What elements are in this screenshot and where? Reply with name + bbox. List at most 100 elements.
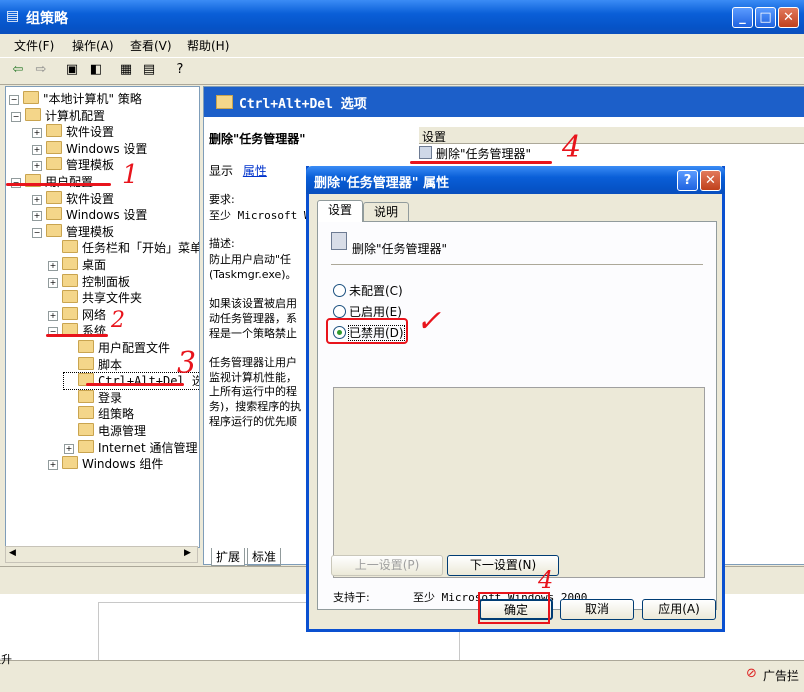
folder-icon xyxy=(62,306,78,320)
menu-view[interactable]: 查看(V) xyxy=(130,37,172,54)
show-tree-icon[interactable]: ◧ xyxy=(86,61,106,79)
properties-link[interactable]: 属性 xyxy=(243,164,267,178)
list-item[interactable]: 删除"任务管理器" xyxy=(419,145,531,162)
tree-node[interactable]: + 桌面 xyxy=(48,257,106,273)
annotation-box-ok xyxy=(478,592,550,624)
comment-area xyxy=(333,387,705,578)
requirement-value: 至少 Microsoft W xyxy=(209,209,311,222)
annotation-underline-list-item xyxy=(410,161,552,164)
collapse-icon[interactable]: − xyxy=(9,95,19,105)
expand-icon[interactable]: + xyxy=(32,194,42,205)
expand-icon[interactable]: + xyxy=(32,211,42,222)
description-line: 任务管理器让用户 xyxy=(209,355,297,369)
properties-icon[interactable]: ▦ xyxy=(116,61,136,79)
description-line: 程是一个策略禁止 xyxy=(209,326,297,340)
tree-node-label: 用户配置 xyxy=(45,175,94,189)
scroll-left-icon[interactable]: ◀ xyxy=(9,548,16,558)
minimize-icon[interactable]: _ xyxy=(732,7,753,28)
tab-standard[interactable]: 标准 xyxy=(247,548,282,566)
collapse-icon[interactable]: − xyxy=(32,227,42,238)
tree-node[interactable]: + 网络 xyxy=(48,306,107,323)
title-bar[interactable]: ▤ 组策略 _ □ ✕ xyxy=(0,0,804,34)
tree-node[interactable]: + Windows 组件 xyxy=(48,456,163,472)
tree-node[interactable]: + 控制面板 xyxy=(48,273,130,290)
expand-icon[interactable]: + xyxy=(48,277,58,288)
settings-column-header[interactable]: 设置 xyxy=(419,127,804,144)
dialog-title-bar[interactable]: 删除"任务管理器" 属性 ? ✕ xyxy=(306,166,725,194)
close-icon[interactable]: ✕ xyxy=(778,7,799,28)
policy-tree[interactable]: −"本地计算机" 策略−计算机配置+软件设置+Windows 设置+管理模板−用… xyxy=(5,86,200,548)
tree-node[interactable]: + 软件设置 xyxy=(32,124,114,140)
supported-label: 支持于: xyxy=(333,591,370,604)
help-icon[interactable]: ? xyxy=(170,61,190,79)
tree-node-label: 网络 xyxy=(82,307,107,322)
tab-explain[interactable]: 说明 xyxy=(363,202,409,222)
show-label: 显示 xyxy=(209,164,234,178)
forward-arrow-icon[interactable]: ⇨ xyxy=(31,61,51,79)
tree-node[interactable]: +共享文件夹 xyxy=(48,290,142,306)
ad-block-icon: ⊘ xyxy=(746,666,757,681)
description-label: 描述: xyxy=(209,237,235,250)
tree-node[interactable]: +登录 xyxy=(64,389,122,406)
dialog-help-icon[interactable]: ? xyxy=(677,170,698,191)
tree-node[interactable]: + Windows 设置 xyxy=(32,207,147,223)
settings-column-label: 设置 xyxy=(422,130,447,144)
tree-horizontal-scrollbar[interactable]: ◀ ▶ xyxy=(5,546,198,563)
expand-icon[interactable]: + xyxy=(48,261,58,271)
expand-icon[interactable]: + xyxy=(32,128,42,139)
tree-node[interactable]: − 计算机配置 xyxy=(11,107,106,124)
tree-node[interactable]: + Internet 通信管理 xyxy=(64,439,197,456)
annotation-number-4: 4 xyxy=(562,130,582,165)
window-title: 组策略 xyxy=(26,11,68,27)
tree-node[interactable]: +用户配置文件 xyxy=(64,340,170,356)
description-line: 程序运行的优先顺 xyxy=(209,414,297,428)
expand-icon[interactable]: + xyxy=(32,144,42,155)
tree-node[interactable]: +脚本 xyxy=(64,356,123,373)
folder-icon xyxy=(46,124,62,138)
menu-bar: 文件(F) 操作(A) 查看(V) 帮助(H) xyxy=(0,34,804,56)
tab-settings[interactable]: 设置 xyxy=(317,200,363,222)
tree-node[interactable]: − 管理模板 xyxy=(32,223,114,240)
expand-icon[interactable]: + xyxy=(32,161,42,172)
tree-node[interactable]: + 管理模板 xyxy=(32,157,114,173)
scroll-right-icon[interactable]: ▶ xyxy=(184,548,191,558)
annotation-number-2: 2 xyxy=(111,308,125,333)
expand-icon[interactable]: + xyxy=(64,443,74,454)
previous-setting-button[interactable]: 上一设置(P) xyxy=(331,555,443,576)
tree-node-label: 电源管理 xyxy=(98,424,147,438)
dialog-title: 删除"任务管理器" 属性 xyxy=(314,176,450,191)
dialog-close-icon[interactable]: ✕ xyxy=(700,170,721,191)
details-header-title: Ctrl+Alt+Del 选项 xyxy=(239,97,367,112)
radio-label: 未配置(C) xyxy=(349,284,403,298)
annotation-number-1: 1 xyxy=(122,160,139,190)
tree-node-label: 计算机配置 xyxy=(45,108,106,123)
collapse-icon[interactable]: − xyxy=(11,111,21,122)
menu-help[interactable]: 帮助(H) xyxy=(187,37,229,54)
folder-icon xyxy=(78,406,94,420)
tree-node-label: 任务栏和「开始」菜单 xyxy=(82,241,200,256)
policy-icon xyxy=(23,91,39,104)
tree-node-label: 脚本 xyxy=(98,357,123,372)
tree-node[interactable]: +组策略 xyxy=(64,406,134,422)
description-line: 防止用户启动"任 xyxy=(209,253,292,266)
menu-file[interactable]: 文件(F) xyxy=(14,37,54,54)
tree-node[interactable]: + 软件设置 xyxy=(32,190,114,207)
expand-icon[interactable]: + xyxy=(48,310,58,321)
radio-not-configured[interactable]: 未配置(C) xyxy=(333,282,403,299)
folder-icon xyxy=(62,273,78,287)
tree-node[interactable]: − "本地计算机" 策略 xyxy=(9,91,142,107)
folder-icon xyxy=(78,439,94,453)
back-arrow-icon[interactable]: ⇦ xyxy=(8,61,28,79)
maximize-icon[interactable]: □ xyxy=(755,7,776,28)
tree-node[interactable]: + Windows 设置 xyxy=(32,140,147,157)
expand-icon[interactable]: + xyxy=(48,460,58,471)
up-folder-icon[interactable]: ▣ xyxy=(62,61,82,79)
tree-node[interactable]: −用户配置 xyxy=(11,174,93,190)
cancel-button[interactable]: 取消 xyxy=(560,599,634,620)
tree-node[interactable]: +任务栏和「开始」菜单 xyxy=(48,240,200,256)
tab-extended[interactable]: 扩展 xyxy=(211,548,246,566)
tree-node[interactable]: +电源管理 xyxy=(64,423,146,439)
apply-button[interactable]: 应用(A) xyxy=(642,599,716,620)
menu-action[interactable]: 操作(A) xyxy=(72,37,114,54)
export-list-icon[interactable]: ▤ xyxy=(139,61,159,79)
